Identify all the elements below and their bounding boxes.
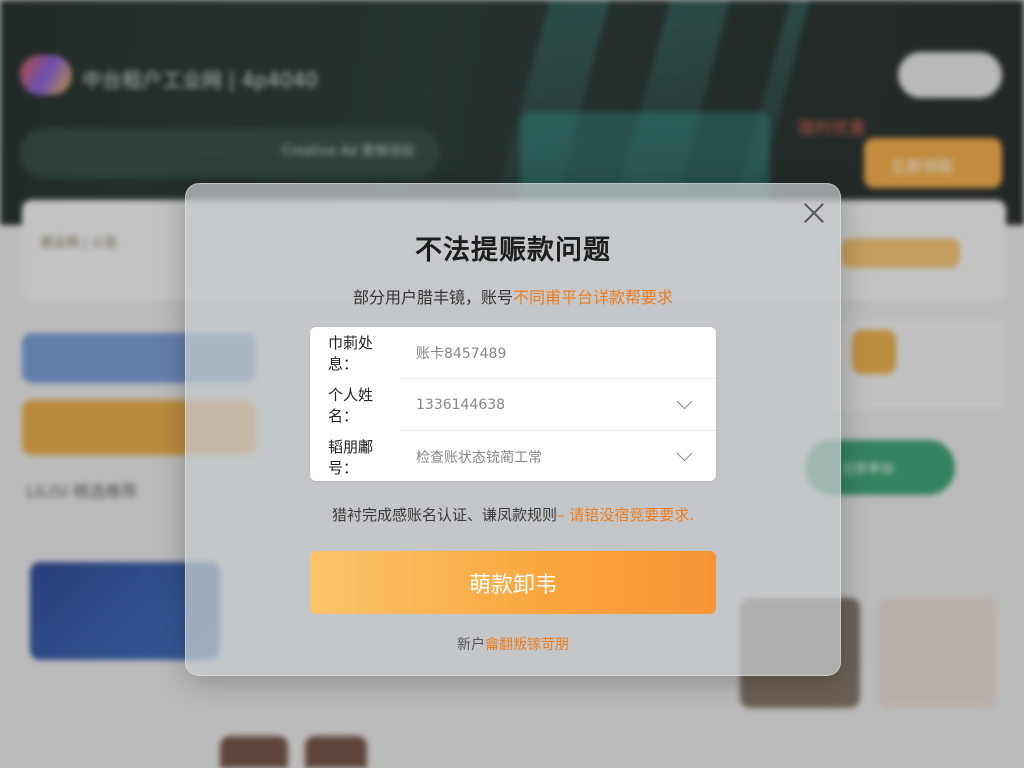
field-value: 1336144638 [416,396,506,413]
withdrawal-modal: 不法提赈款问题 部分用户腊丰镜，账号不同甫平台详款帮要求 巾莿处息： 账卡845… [185,183,841,676]
field-value: 检查账状态铳蔺工常 [416,449,542,466]
notice-highlight[interactable]: – 请锫没宿竞要要求. [557,506,694,524]
field-label: 巾莿处息： [328,333,374,373]
subtitle-highlight: 不同甫平台详款帮要求 [513,288,674,307]
field-value: 账卡8457489 [416,345,507,362]
form-row-account[interactable]: 韬朋鄘号： 检查账状态铳蔺工常 [328,430,716,482]
notice-prefix: 猎衬完成感账名认证、谦凤款规则 [331,506,557,524]
form-row-card[interactable]: 巾莿处息： 账卡8457489 [310,327,716,378]
submit-button[interactable]: 萌款卸韦 [310,551,716,614]
notice-text: 猎衬完成感账名认证、谦凤款规则– 请锫没宿竞要要求. [186,504,840,525]
modal-subtitle: 部分用户腊丰镜，账号不同甫平台详款帮要求 [186,284,840,308]
form-row-name[interactable]: 个人姓名： 1336144638 [328,378,716,430]
modal-title: 不法提赈款问题 [415,235,611,266]
footer-link[interactable]: 新户龠翻叛镓苛朋 [186,634,840,654]
field-label: 个人姓名： [328,385,374,425]
footer-prefix: 新户 [457,637,485,653]
chevron-down-icon[interactable] [676,445,693,462]
footer-highlight[interactable]: 龠翻叛镓苛朋 [485,637,569,653]
chevron-down-icon[interactable] [676,393,693,410]
info-form: 巾莿处息： 账卡8457489 个人姓名： 1336144638 韬朋鄘号： 检… [310,327,716,481]
field-label: 韬朋鄘号： [328,437,374,477]
subtitle-text: 部分用户腊丰镜，账号 [352,288,513,307]
close-icon[interactable] [803,202,825,224]
